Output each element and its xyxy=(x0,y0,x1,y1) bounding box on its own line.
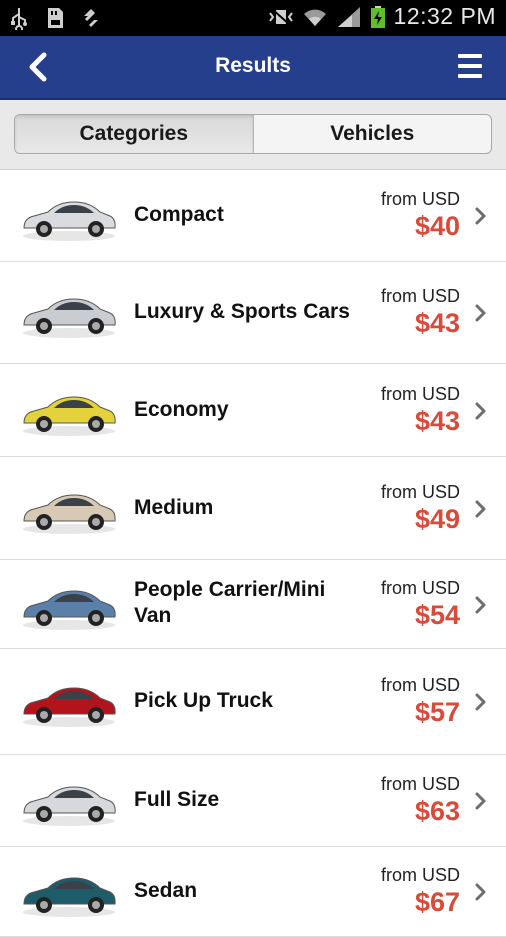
price-box: from USD $40 xyxy=(381,188,460,242)
tab-bar: Categories Vehicles xyxy=(0,100,506,170)
status-time: 12:32 PM xyxy=(393,3,496,29)
list-item[interactable]: Pick Up Truck from USD $57 xyxy=(0,649,506,755)
sync-icon xyxy=(84,9,98,27)
sd-card-icon xyxy=(48,8,63,28)
category-name: Medium xyxy=(134,496,214,519)
tab-vehicles[interactable]: Vehicles xyxy=(252,115,492,153)
usb-icon xyxy=(11,8,27,30)
battery-charging-icon xyxy=(370,5,385,28)
results-list: Compact from USD $40 Luxury & Sports Cars fr… xyxy=(0,170,506,937)
car-thumbnail-icon xyxy=(23,298,116,338)
price-from-label: from USD xyxy=(380,189,460,209)
price-from-label: from USD xyxy=(380,482,460,502)
status-bar: 12:32 PM xyxy=(0,0,506,36)
chevron-right-icon xyxy=(475,207,486,225)
wifi-icon xyxy=(303,9,326,26)
list-item[interactable]: Compact from USD $40 xyxy=(0,170,506,262)
price-amount: $49 xyxy=(414,504,460,534)
tab-categories[interactable]: Categories xyxy=(15,115,253,153)
chevron-right-icon xyxy=(475,596,486,614)
category-name: People Carrier/Mini Van xyxy=(134,578,326,627)
car-thumbnail-icon xyxy=(23,201,116,241)
price-from-label: from USD xyxy=(380,865,460,885)
price-amount: $54 xyxy=(414,600,460,630)
price-box: from USD $43 xyxy=(381,383,460,437)
list-item[interactable]: People Carrier/Mini Van from USD $54 xyxy=(0,560,506,649)
price-box: from USD $67 xyxy=(381,864,460,918)
vibrate-icon xyxy=(268,7,293,26)
price-box: from USD $57 xyxy=(381,674,460,728)
price-box: from USD $54 xyxy=(381,577,460,631)
chevron-right-icon xyxy=(475,402,486,420)
price-amount: $43 xyxy=(414,406,460,436)
page-title: Results xyxy=(215,54,291,77)
price-box: from USD $49 xyxy=(381,481,460,535)
signal-icon xyxy=(337,6,360,27)
list-item[interactable]: Economy from USD $43 xyxy=(0,364,506,457)
car-thumbnail-icon xyxy=(23,396,116,436)
price-from-label: from USD xyxy=(380,675,460,695)
status-notification-icons xyxy=(8,6,102,30)
price-amount: $43 xyxy=(414,308,460,338)
category-name: Economy xyxy=(134,398,229,421)
price-from-label: from USD xyxy=(380,286,460,306)
car-thumbnail-icon xyxy=(23,687,116,727)
price-amount: $40 xyxy=(414,211,460,241)
price-from-label: from USD xyxy=(380,578,460,598)
category-name: Luxury & Sports Cars xyxy=(134,300,350,323)
price-box: from USD $43 xyxy=(381,285,460,339)
price-from-label: from USD xyxy=(380,774,460,794)
price-box: from USD $63 xyxy=(381,773,460,827)
status-system-icons: 12:32 PM xyxy=(268,3,496,30)
category-name: Full Size xyxy=(134,788,220,811)
chevron-right-icon xyxy=(475,693,486,711)
chevron-right-icon xyxy=(475,304,486,322)
price-amount: $57 xyxy=(414,697,460,727)
car-thumbnail-icon xyxy=(23,494,116,534)
list-item[interactable]: Sedan from USD $67 xyxy=(0,847,506,937)
menu-button[interactable] xyxy=(458,54,484,80)
car-thumbnail-icon xyxy=(23,590,116,630)
price-from-label: from USD xyxy=(380,384,460,404)
category-name: Compact xyxy=(134,203,224,226)
list-item[interactable]: Medium from USD $49 xyxy=(0,457,506,560)
hamburger-menu-icon xyxy=(458,54,482,58)
chevron-right-icon xyxy=(475,883,486,901)
list-item[interactable]: Full Size from USD $63 xyxy=(0,755,506,847)
segmented-control: Categories Vehicles xyxy=(14,114,492,154)
list-item[interactable]: Luxury & Sports Cars from USD $43 xyxy=(0,262,506,364)
chevron-right-icon xyxy=(475,792,486,810)
app-bar: Results xyxy=(0,36,506,100)
price-amount: $67 xyxy=(414,887,460,917)
chevron-right-icon xyxy=(475,500,486,518)
car-thumbnail-icon xyxy=(23,786,116,826)
category-name: Sedan xyxy=(134,879,198,902)
car-thumbnail-icon xyxy=(23,877,116,917)
category-name: Pick Up Truck xyxy=(134,689,273,712)
price-amount: $63 xyxy=(414,796,460,826)
